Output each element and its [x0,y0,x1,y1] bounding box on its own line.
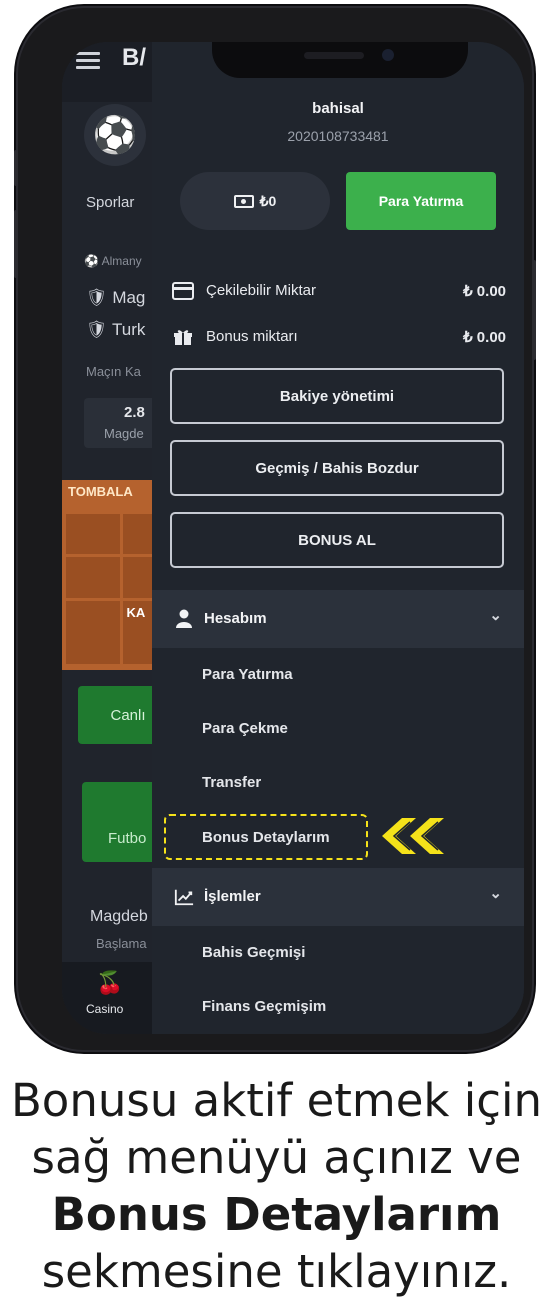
money-icon [233,194,254,208]
soccer-ball-icon[interactable]: ⚽ [84,104,146,166]
history-cashout-button[interactable]: Geçmiş / Bahis Bozdur [170,440,504,496]
match-status: Başlama [96,936,147,951]
balance-management-button[interactable]: Bakiye yönetimi [170,368,504,424]
odds-team: Magde [104,426,144,441]
bonus-details-highlight [164,814,368,860]
menu-item-bet-history[interactable]: Bahis Geçmişi [202,944,305,961]
transactions-section-header[interactable]: İşlemler ⌄ [152,868,524,926]
phone-notch [212,42,468,78]
league-name: ⚽ Almany [84,254,142,268]
phone-screen: B/ ⚽ Sporlar ⚽ Almany 🛡 Mag 🛡 Turk Maçın… [62,42,524,1034]
phone-side-button [14,210,18,278]
transactions-section-title: İşlemler [204,888,261,905]
tombala-title: TOMBALA [68,484,133,499]
account-section-title: Hesabım [204,610,267,627]
cherries-icon[interactable]: 🍒 [96,970,123,996]
team1-name: 🛡 Mag [86,288,146,307]
casino-label[interactable]: Casino [86,1002,123,1016]
team2-label: Turk [112,320,146,339]
chart-line-icon [174,889,194,906]
deposit-button[interactable]: Para Yatırma [346,172,496,230]
match-team: Magdeb [90,908,148,925]
credit-card-icon [172,282,194,300]
menu-item-transfer[interactable]: Transfer [202,774,261,791]
balance-pill[interactable]: ₺0 [180,172,330,230]
withdrawable-value: ₺ 0.00 [463,283,506,300]
pointer-arrows-icon [382,818,444,854]
bonus-amount-row: Bonus miktarı ₺ 0.00 [172,326,506,350]
user-id: 2020108733481 [287,128,389,144]
chevron-down-icon: ⌄ [489,607,502,624]
menu-item-withdraw[interactable]: Para Çekme [202,720,288,737]
phone-side-button [14,150,18,186]
sports-label[interactable]: Sporlar [86,194,134,211]
team2-name: 🛡 Turk [86,320,146,339]
instruction-caption: Bonusu aktif etmek için sağ menüyü açını… [0,1072,553,1300]
caption-line-2: sağ menüyü açınız ve [31,1131,522,1184]
caption-line-3: Bonus Detaylarım [51,1188,502,1241]
odds-value: 2.8 [124,404,145,421]
team1-label: Mag [112,288,146,307]
football-label: Futbo [108,830,147,847]
username: bahisal [312,100,364,117]
side-drawer: bahisal 2020108733481 ₺0 Para Yatırma Çe… [152,42,524,1034]
withdrawable-label: Çekilebilir Miktar [206,282,317,299]
bonus-amount-label: Bonus miktarı [206,328,298,345]
phone-side-button [532,260,536,360]
caption-line-4: sekmesine tıklayınız. [41,1245,512,1298]
bonus-amount-value: ₺ 0.00 [463,329,506,346]
withdrawable-row: Çekilebilir Miktar ₺ 0.00 [172,280,506,304]
match-result-label: Maçın Ka [86,364,141,379]
balance-value: ₺0 [259,192,277,209]
user-icon [176,609,192,628]
account-section-header[interactable]: Hesabım ⌄ [152,590,524,648]
caption-line-1: Bonusu aktif etmek için [10,1074,543,1127]
league-label: Almany [101,254,142,268]
menu-item-deposit[interactable]: Para Yatırma [202,666,293,683]
get-bonus-button[interactable]: BONUS AL [170,512,504,568]
gift-icon [174,330,192,345]
hamburger-menu-icon[interactable] [76,52,100,69]
brand-logo: B/ [122,44,146,71]
chevron-down-icon: ⌄ [489,885,502,902]
phone-frame: B/ ⚽ Sporlar ⚽ Almany 🛡 Mag 🛡 Turk Maçın… [18,8,532,1050]
menu-item-finance-history[interactable]: Finans Geçmişim [202,998,326,1015]
